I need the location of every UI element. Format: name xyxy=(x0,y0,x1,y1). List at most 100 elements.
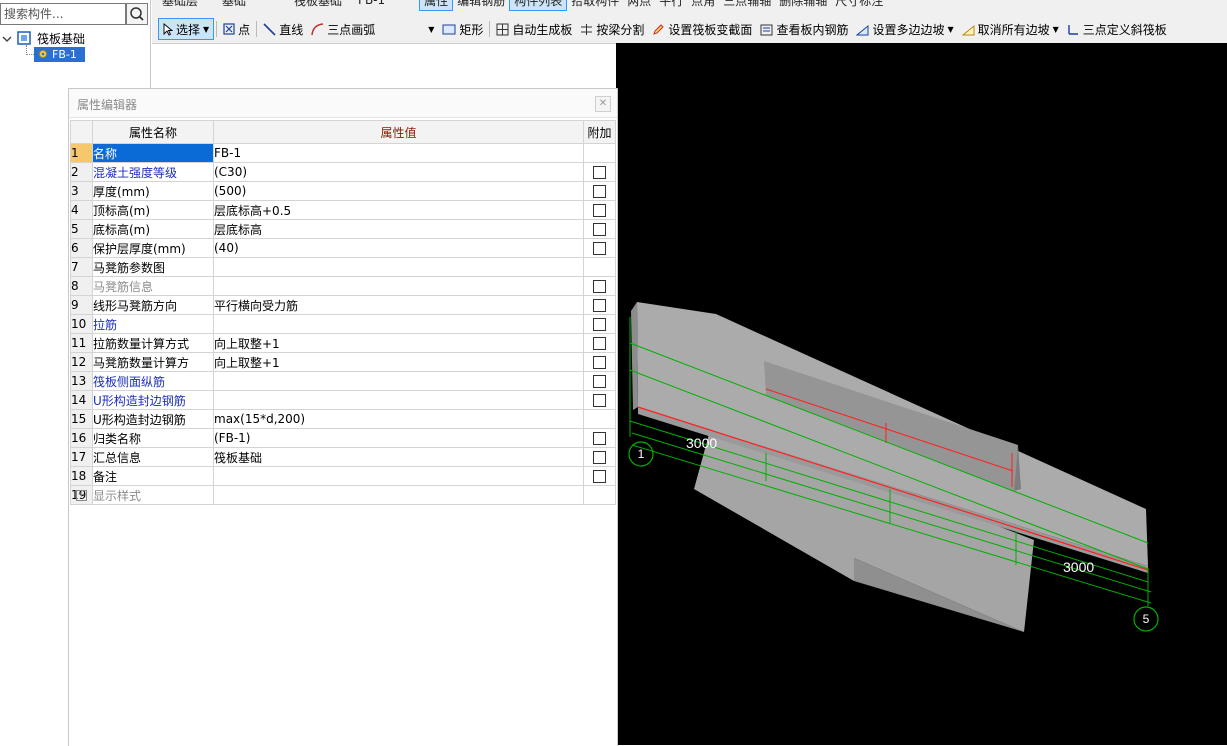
property-row[interactable]: 14 U形构造封边钢筋 xyxy=(70,390,616,410)
property-row[interactable]: 11 拉筋数量计算方式 向上取整+1 xyxy=(70,333,616,353)
property-name: U形构造封边钢筋 xyxy=(92,409,214,429)
arc-button[interactable]: 三点画弧 ▼ xyxy=(307,19,438,39)
two-point-button[interactable]: 两点 xyxy=(623,0,655,10)
property-row[interactable]: 13 筏板侧面纵筋 xyxy=(70,371,616,391)
property-value[interactable]: 筏板基础 xyxy=(213,447,584,467)
dimension-button[interactable]: 尺寸标注 xyxy=(831,0,887,10)
extra-checkbox[interactable] xyxy=(593,166,606,179)
property-name-text: 名称 xyxy=(93,146,118,161)
property-row[interactable]: 9 线形马凳筋方向 平行横向受力筋 xyxy=(70,295,616,315)
property-name-text: 汇总信息 xyxy=(93,450,142,465)
property-value[interactable]: 向上取整+1 xyxy=(213,352,584,372)
property-row[interactable]: 10 拉筋 xyxy=(70,314,616,334)
three-point-axis-button[interactable]: 三点辅轴 xyxy=(719,0,775,10)
edit-rebar-button[interactable]: 编辑钢筋 xyxy=(453,0,509,10)
tree-connector xyxy=(26,54,34,56)
view-rebar-button[interactable]: 查看板内钢筋 xyxy=(756,19,852,39)
extra-checkbox[interactable] xyxy=(593,280,606,293)
tree-collapse-toggle[interactable] xyxy=(2,31,14,47)
extra-checkbox[interactable] xyxy=(593,337,606,350)
property-value[interactable]: 层底标高+0.5 xyxy=(213,200,584,220)
property-row[interactable]: 16 归类名称 (FB-1) xyxy=(70,428,616,448)
grid-icon xyxy=(496,23,509,35)
line-label: 直线 xyxy=(279,22,304,37)
property-row[interactable]: 5 底标高(m) 层底标高 xyxy=(70,219,616,239)
set-slope-button[interactable]: 设置多边边坡 ▼ xyxy=(852,19,957,39)
property-value[interactable] xyxy=(213,276,584,296)
property-row[interactable]: 15 U形构造封边钢筋 max(15*d,200) xyxy=(70,409,616,429)
property-row[interactable]: 2 混凝土强度等级 (C30) xyxy=(70,162,616,182)
property-value[interactable]: (FB-1) xyxy=(213,428,584,448)
property-value[interactable] xyxy=(213,466,584,486)
rect-button[interactable]: 矩形 xyxy=(438,19,487,39)
property-row[interactable]: 18 备注 xyxy=(70,466,616,486)
property-value[interactable] xyxy=(213,371,584,391)
property-row[interactable]: 6 保护层厚度(mm) (40) xyxy=(70,238,616,258)
cancel-slope-button[interactable]: 取消所有边坡 ▼ xyxy=(958,19,1063,39)
extra-checkbox[interactable] xyxy=(593,432,606,445)
property-value[interactable]: 层底标高 xyxy=(213,219,584,239)
tree-item-fb1[interactable]: FB-1 xyxy=(34,47,85,62)
extra-checkbox[interactable] xyxy=(593,451,606,464)
property-value[interactable] xyxy=(213,257,584,277)
extra-checkbox[interactable] xyxy=(593,375,606,388)
property-value[interactable]: FB-1 xyxy=(213,143,584,163)
pick-component-button[interactable]: 拾取构件 xyxy=(567,0,623,10)
point-button[interactable]: 点 xyxy=(219,19,254,39)
property-value[interactable] xyxy=(213,314,584,334)
delete-axis-button[interactable]: 删除辅轴 xyxy=(775,0,831,10)
extra-checkbox[interactable] xyxy=(593,299,606,312)
extra-checkbox[interactable] xyxy=(593,185,606,198)
floor-select[interactable]: 基础层 xyxy=(158,0,202,10)
search-input[interactable]: 搜索构件... xyxy=(0,3,126,25)
property-value[interactable]: (500) xyxy=(213,181,584,201)
category-select[interactable]: 基础 xyxy=(218,0,250,10)
parallel-button[interactable]: 平行 xyxy=(655,0,687,10)
property-row[interactable]: 7 马凳筋参数图 xyxy=(70,257,616,277)
extra-checkbox[interactable] xyxy=(593,318,606,331)
component-list-button[interactable]: 构件列表 xyxy=(509,0,568,11)
property-row[interactable]: 17 汇总信息 筏板基础 xyxy=(70,447,616,467)
property-value[interactable] xyxy=(213,390,584,410)
component-select[interactable]: FB-1 xyxy=(354,0,389,10)
property-value[interactable]: 向上取整+1 xyxy=(213,333,584,353)
extra-checkbox[interactable] xyxy=(593,394,606,407)
type-select[interactable]: 筏板基础 xyxy=(290,0,346,10)
three-point-slope-button[interactable]: 三点定义斜筏板 xyxy=(1063,19,1171,39)
property-row[interactable]: 1 名称 FB-1 xyxy=(70,143,616,163)
property-extra-cell xyxy=(583,333,616,353)
property-name-text: 拉筋 xyxy=(93,317,118,332)
auto-generate-button[interactable]: 自动生成板 xyxy=(492,19,576,39)
3d-viewport[interactable]: 1 5 3000 3000 xyxy=(616,43,1227,745)
property-value[interactable]: (40) xyxy=(213,238,584,258)
property-row[interactable]: 12 马凳筋数量计算方 向上取整+1 xyxy=(70,352,616,372)
extra-checkbox[interactable] xyxy=(593,242,606,255)
point-angle-button[interactable]: 点角 xyxy=(687,0,719,10)
property-value[interactable]: 平行横向受力筋 xyxy=(213,295,584,315)
line-button[interactable]: 直线 xyxy=(259,19,307,39)
property-row[interactable]: 3 厚度(mm) (500) xyxy=(70,181,616,201)
property-row[interactable]: 4 顶标高(m) 层底标高+0.5 xyxy=(70,200,616,220)
set-section-button[interactable]: 设置筏板变截面 xyxy=(648,19,756,39)
extra-checkbox[interactable] xyxy=(593,204,606,217)
close-button[interactable]: ✕ xyxy=(595,96,611,112)
search-button[interactable] xyxy=(126,3,148,25)
property-editor-titlebar[interactable]: 属性编辑器 ✕ xyxy=(69,89,617,118)
row-number: 13 xyxy=(70,371,93,391)
select-button[interactable]: 选择 ▼ xyxy=(158,18,215,40)
property-name-text: 拉筋数量计算方式 xyxy=(93,336,190,351)
split-by-beam-button[interactable]: 按梁分割 xyxy=(576,19,648,39)
property-row[interactable]: 8 马凳筋信息 xyxy=(70,276,616,296)
properties-button[interactable]: 属性 xyxy=(419,0,454,11)
tree-root-label[interactable]: 筏板基础 xyxy=(37,31,85,47)
extra-checkbox[interactable] xyxy=(593,223,606,236)
property-value[interactable]: (C30) xyxy=(213,162,584,182)
property-table: 属性名称 属性值 附加 1 名称 FB-1 2 混凝土强度等级 (C30) 3 厚度(mm) (… xyxy=(70,120,616,505)
property-name: 筏板侧面纵筋 xyxy=(92,371,214,391)
extra-checkbox[interactable] xyxy=(593,470,606,483)
property-value[interactable] xyxy=(213,485,584,505)
auto-generate-label: 自动生成板 xyxy=(512,22,573,37)
extra-checkbox[interactable] xyxy=(593,356,606,369)
property-value[interactable]: max(15*d,200) xyxy=(213,409,584,429)
property-row[interactable]: 19 + 显示样式 xyxy=(70,485,616,505)
